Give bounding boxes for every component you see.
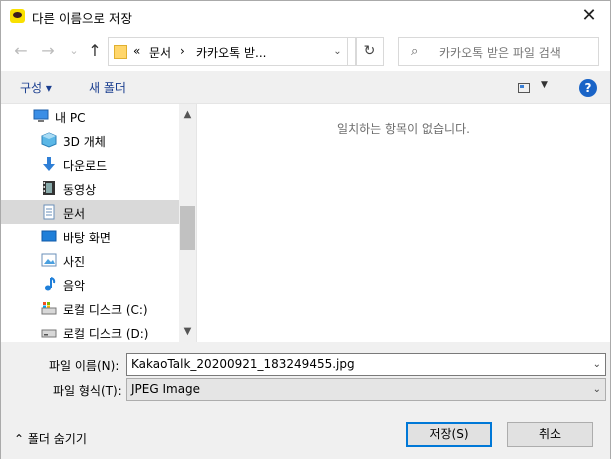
back-button[interactable]: ← (12, 41, 30, 61)
filetype-dropdown-icon: ⌄ (592, 384, 601, 395)
tree-item-documents[interactable]: 문서 (1, 200, 179, 224)
save-as-dialog: 다른 이름으로 저장 ✕ ← → ⌄ ↑ « 문서 › 카카오톡 받... ⌄ … (0, 0, 611, 459)
window-title: 다른 이름으로 저장 (32, 11, 132, 26)
filename-value: KakaoTalk_20200921_183249455.jpg (131, 357, 355, 371)
organize-menu[interactable]: 구성 ▾ (20, 79, 52, 96)
tree-item-this-pc[interactable]: 내 PC (1, 104, 179, 128)
tree-item-label: 동영상 (63, 183, 97, 197)
navigation-pane-scrollbar[interactable]: ▲ ▼ (179, 104, 196, 342)
video-icon (43, 181, 55, 195)
drive-c-icon (41, 302, 57, 315)
tree-item-label: 로컬 디스크 (C:) (63, 303, 148, 317)
address-bar[interactable]: « 문서 › 카카오톡 받... (108, 37, 357, 66)
tree-item-label: 3D 개체 (63, 135, 106, 149)
save-options-panel: 파일 이름(N): KakaoTalk_20200921_183249455.j… (1, 342, 610, 459)
drive-d-icon (41, 329, 57, 338)
breadcrumb-separator[interactable]: › (180, 44, 185, 58)
tree-item-videos[interactable]: 동영상 (1, 176, 179, 200)
scroll-up-icon[interactable]: ▲ (179, 106, 196, 123)
filename-input[interactable]: KakaoTalk_20200921_183249455.jpg ⌄ (126, 353, 606, 376)
scrollbar-thumb[interactable] (180, 206, 195, 250)
tree-item-label: 음악 (63, 279, 86, 293)
refresh-icon: ↻ (363, 43, 376, 59)
document-icon (43, 204, 55, 220)
breadcrumb-overflow[interactable]: « (133, 44, 140, 58)
scroll-down-icon[interactable]: ▼ (179, 323, 196, 340)
filetype-label: 파일 형식(T): (53, 384, 122, 398)
filetype-value: JPEG Image (131, 382, 201, 396)
breadcrumb-current-folder[interactable]: 카카오톡 받... (196, 44, 266, 61)
tree-item-drive-c[interactable]: 로컬 디스크 (C:) (1, 296, 179, 320)
music-icon (45, 277, 56, 291)
filename-dropdown-icon[interactable]: ⌄ (593, 354, 601, 375)
help-button[interactable]: ? (579, 79, 597, 97)
address-dropdown-button[interactable]: ⌄ (328, 37, 348, 66)
tree-item-label: 문서 (63, 207, 86, 221)
view-dropdown-button[interactable]: ▼ (541, 80, 548, 90)
hide-folders-toggle[interactable]: ⌃ 폴더 숨기기 (14, 430, 87, 447)
3d-objects-icon (41, 132, 57, 148)
pictures-icon (41, 253, 57, 267)
pc-icon (33, 109, 49, 122)
file-list-pane[interactable]: 일치하는 항목이 없습니다. (197, 104, 610, 342)
navigation-pane: 내 PC 3D 개체 다운로드 동영상 문서 바탕 화면 사진 음악 로컬 디스… (1, 104, 196, 342)
search-input[interactable]: ⌕ 카카오톡 받은 파일 검색 (398, 37, 599, 66)
filetype-select[interactable]: JPEG Image ⌄ (126, 378, 606, 401)
forward-button[interactable]: → (39, 41, 57, 61)
close-button[interactable]: ✕ (577, 4, 601, 28)
tree-item-label: 바탕 화면 (63, 231, 111, 245)
tree-item-label: 사진 (63, 255, 86, 269)
search-placeholder: 카카오톡 받은 파일 검색 (439, 46, 561, 60)
filename-label: 파일 이름(N): (49, 359, 120, 373)
save-button[interactable]: 저장(S) (406, 422, 492, 447)
empty-folder-message: 일치하는 항목이 없습니다. (337, 122, 470, 136)
download-icon (43, 157, 55, 171)
kakaotalk-icon (10, 9, 25, 23)
new-folder-button[interactable]: 새 폴더 (89, 79, 126, 96)
tree-item-label: 다운로드 (63, 159, 108, 173)
command-bar: 구성 ▾ 새 폴더 ▼ ? (1, 71, 610, 104)
tree-item-label: 로컬 디스크 (D:) (63, 327, 149, 341)
search-icon: ⌕ (411, 44, 419, 59)
tree-item-drive-d[interactable]: 로컬 디스크 (D:) (1, 320, 179, 342)
breadcrumb-documents[interactable]: 문서 (149, 44, 171, 61)
up-button[interactable]: ↑ (86, 41, 104, 61)
recent-locations-button[interactable]: ⌄ (65, 41, 83, 61)
tree-item-pictures[interactable]: 사진 (1, 248, 179, 272)
navigation-bar: ← → ⌄ ↑ « 문서 › 카카오톡 받... ⌄ ↻ ⌕ 카카오톡 받은 파… (1, 32, 610, 71)
tree-item-music[interactable]: 음악 (1, 272, 179, 296)
tree-item-3d-objects[interactable]: 3D 개체 (1, 128, 179, 152)
cancel-button[interactable]: 취소 (507, 422, 593, 447)
tree-item-label: 내 PC (55, 111, 86, 125)
desktop-icon (41, 230, 57, 242)
folder-icon (114, 45, 127, 59)
tree-item-desktop[interactable]: 바탕 화면 (1, 224, 179, 248)
tree-item-downloads[interactable]: 다운로드 (1, 152, 179, 176)
title-bar: 다른 이름으로 저장 ✕ (1, 1, 610, 32)
refresh-button[interactable]: ↻ (355, 37, 384, 66)
view-options-icon[interactable] (518, 83, 530, 93)
